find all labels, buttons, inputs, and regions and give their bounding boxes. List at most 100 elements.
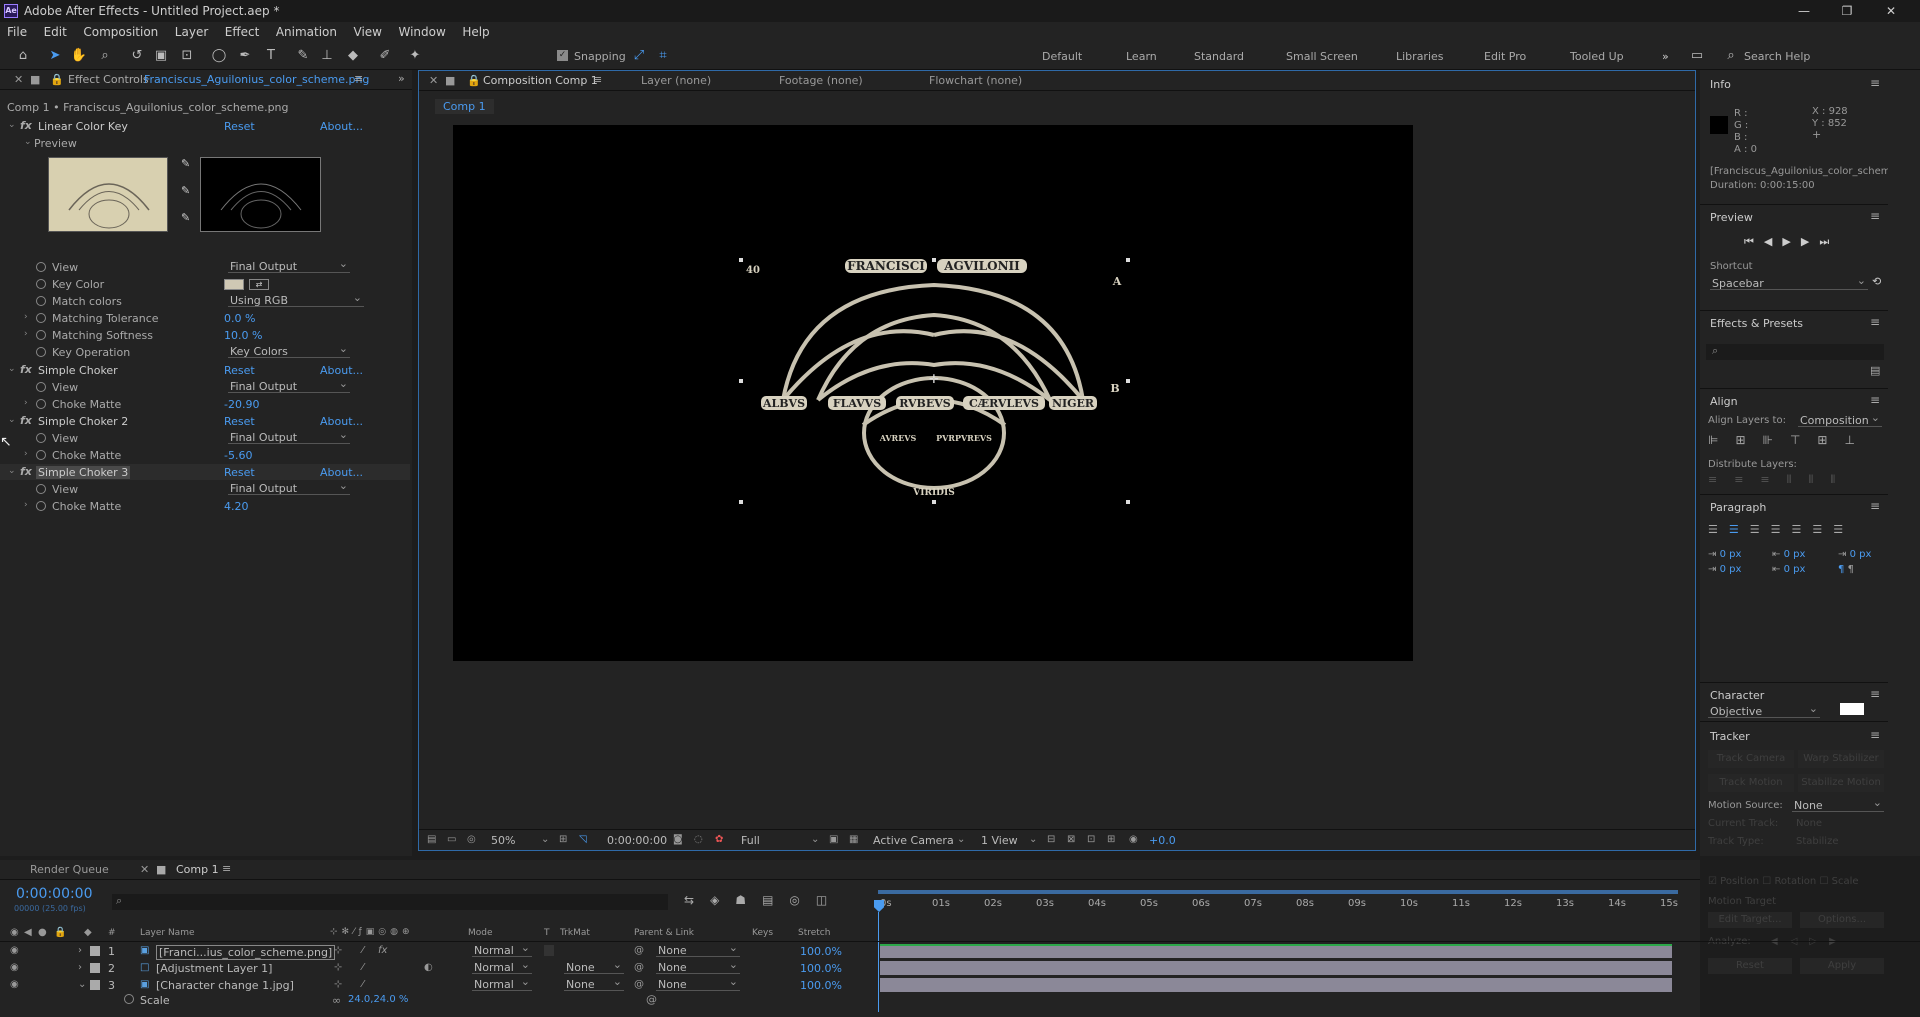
anchor-point-icon[interactable]: ✛ bbox=[929, 372, 939, 386]
workspace-overflow-icon[interactable]: » bbox=[1662, 50, 1669, 63]
track-camera-button[interactable]: Track Camera bbox=[1708, 750, 1794, 768]
chevron-down-icon[interactable]: ⌄ bbox=[811, 834, 819, 845]
about-link[interactable]: About... bbox=[320, 120, 363, 133]
effect-simple-choker-2[interactable]: ⌄ fx Simple Choker 2 Reset About... bbox=[0, 413, 410, 429]
key-operation-dropdown[interactable]: Key Colors bbox=[228, 342, 350, 358]
eyedropper-minus-icon[interactable]: ✎ bbox=[181, 211, 190, 224]
chevron-right-icon[interactable]: › bbox=[24, 329, 28, 339]
view-dropdown[interactable]: Final Output bbox=[228, 428, 350, 444]
matching-softness-value[interactable]: 10.0 % bbox=[224, 329, 262, 342]
rotation-checkbox[interactable]: ☐ bbox=[1762, 876, 1771, 887]
scale-checkbox[interactable]: ☐ bbox=[1819, 876, 1828, 887]
shy-switch-icon[interactable]: ⊹ bbox=[334, 945, 342, 956]
monitor-icon[interactable]: ▭ bbox=[447, 834, 456, 845]
last-frame-icon[interactable]: ⏭ bbox=[1819, 235, 1839, 248]
view-dropdown[interactable]: Final Output bbox=[228, 257, 350, 273]
expand-chevron-icon[interactable]: ⌄ bbox=[8, 466, 16, 476]
effects-search-input[interactable]: ⌕ bbox=[1706, 344, 1884, 360]
layer-duration-bar[interactable] bbox=[880, 944, 1672, 958]
current-time-display[interactable]: 0:00:00:00 bbox=[607, 834, 667, 847]
header-trkmat[interactable]: TrkMat bbox=[560, 928, 590, 938]
tab-footage[interactable]: Footage (none) bbox=[779, 74, 863, 87]
time-ruler[interactable]: 0s 01s 02s 03s 04s 05s 06s 07s 08s 09s 10s 11s 12s 13… bbox=[878, 890, 1678, 914]
chevron-down-icon[interactable]: ⌄ bbox=[957, 834, 965, 845]
lock-icon[interactable]: 🔒 bbox=[50, 73, 64, 86]
eye-icon[interactable]: ◉ bbox=[10, 962, 19, 973]
align-right-icon[interactable]: ⊪ bbox=[1763, 433, 1790, 447]
justify-all-icon[interactable]: ☰ bbox=[1833, 523, 1854, 536]
preview-group[interactable]: ⌄ Preview bbox=[0, 135, 410, 151]
indent-left-value[interactable]: 0 px bbox=[1720, 549, 1742, 560]
workspace-layout-icon[interactable]: ▭ bbox=[1688, 47, 1706, 65]
header-stretch[interactable]: Stretch bbox=[798, 928, 830, 938]
layer-name[interactable]: [Character change 1.jpg] bbox=[156, 979, 294, 992]
scale-value[interactable]: 24.0,24.0 % bbox=[348, 994, 408, 1005]
timeline-timecode[interactable]: 0:00:00:00 bbox=[16, 886, 93, 902]
fx-icon[interactable]: fx bbox=[20, 363, 32, 376]
panel-menu-icon[interactable]: ≡ bbox=[1870, 499, 1880, 513]
mode-dropdown[interactable]: Normal bbox=[472, 941, 532, 957]
type-tool-icon[interactable]: T bbox=[262, 47, 280, 65]
effect-simple-choker-3[interactable]: ⌄ fx Simple Choker 3 Reset About... bbox=[0, 464, 410, 480]
fit-icon[interactable]: ⊞ bbox=[559, 834, 567, 845]
workspace-edit-pro[interactable]: Edit Pro bbox=[1484, 50, 1526, 63]
pan-behind-tool-icon[interactable]: ⊡ bbox=[178, 47, 196, 65]
about-link[interactable]: About... bbox=[320, 364, 363, 377]
workspace-libraries[interactable]: Libraries bbox=[1396, 50, 1444, 63]
play-icon[interactable]: ▶ bbox=[1782, 235, 1800, 248]
parent-dropdown[interactable]: None bbox=[656, 958, 740, 974]
justify-last-center-icon[interactable]: ☰ bbox=[1792, 523, 1813, 536]
align-text-right-icon[interactable]: ☰ bbox=[1750, 523, 1771, 536]
graph-editor-icon[interactable]: ◫ bbox=[816, 893, 843, 907]
effect-simple-choker[interactable]: ⌄ fx Simple Choker Reset About... bbox=[0, 362, 410, 378]
selection-tool-icon[interactable]: ➤ bbox=[46, 47, 64, 65]
menu-animation[interactable]: Animation bbox=[269, 22, 343, 39]
position-checkbox[interactable]: ☑ bbox=[1708, 876, 1717, 887]
chevron-right-icon[interactable]: › bbox=[24, 312, 28, 322]
home-icon[interactable]: ⌂ bbox=[14, 47, 32, 65]
quality-switch-icon[interactable]: ⁄ bbox=[362, 945, 364, 956]
header-parent[interactable]: Parent & Link bbox=[634, 928, 694, 938]
snap-center-icon[interactable]: ⌗ bbox=[654, 47, 672, 65]
reset-link[interactable]: Reset bbox=[224, 120, 255, 133]
menu-help[interactable]: Help bbox=[455, 22, 495, 39]
reset-link[interactable]: Reset bbox=[224, 364, 255, 377]
layer-search-input[interactable]: ⌕ bbox=[112, 894, 668, 910]
choke-matte-value[interactable]: 4.20 bbox=[224, 500, 249, 513]
maximize-button[interactable]: ❐ bbox=[1832, 2, 1862, 20]
expand-chevron-icon[interactable]: ⌄ bbox=[24, 137, 32, 147]
mode-dropdown[interactable]: Normal bbox=[472, 975, 532, 991]
mask-visibility-icon[interactable]: ◎ bbox=[467, 834, 476, 845]
quality-switch-icon[interactable]: ⁄ bbox=[362, 962, 364, 973]
table-row[interactable]: ◉ › 2 □ [Adjustment Layer 1] ⊹ ⁄ ◐ Normal None @ No… bbox=[0, 958, 1920, 977]
menu-composition[interactable]: Composition bbox=[76, 22, 164, 39]
target-region-icon[interactable]: ▣ bbox=[829, 834, 838, 845]
motion-blur-icon[interactable]: ◎ bbox=[789, 893, 815, 907]
stopwatch-icon[interactable] bbox=[36, 433, 46, 443]
eyedropper-plus-icon[interactable]: ✎ bbox=[181, 184, 190, 197]
tab-composition[interactable]: Composition Comp 1 bbox=[483, 74, 598, 87]
font-family-dropdown[interactable]: Objective bbox=[1708, 702, 1820, 718]
puppet-tool-icon[interactable]: ✦ bbox=[406, 47, 424, 65]
tab-flowchart[interactable]: Flowchart (none) bbox=[929, 74, 1022, 87]
fill-color-swatch[interactable] bbox=[1840, 703, 1864, 715]
matching-tolerance-value[interactable]: 0.0 % bbox=[224, 312, 255, 325]
pickwhip-icon[interactable]: @ bbox=[634, 962, 644, 973]
expand-chevron-icon[interactable]: ⌄ bbox=[8, 364, 16, 374]
menu-layer[interactable]: Layer bbox=[168, 22, 214, 39]
view-dropdown[interactable]: Final Output bbox=[228, 377, 350, 393]
effect-controls-tab-label[interactable]: Effect Controls bbox=[68, 73, 149, 86]
show-snapshot-icon[interactable]: ◌ bbox=[694, 834, 703, 845]
trkmat-dropdown[interactable]: None bbox=[564, 958, 624, 974]
stopwatch-icon[interactable] bbox=[36, 296, 46, 306]
close-tab-icon[interactable]: ✕ bbox=[140, 863, 149, 876]
close-button[interactable]: ✕ bbox=[1876, 2, 1906, 20]
exposure-icon[interactable]: ◉ bbox=[1129, 834, 1138, 845]
first-line-value[interactable]: 0 px bbox=[1850, 549, 1872, 560]
eyedropper-icon[interactable]: ✎ bbox=[181, 157, 190, 170]
table-row[interactable]: ◉ › 1 ▣ [Franci...ius_color_scheme.png] ⊹ ⁄ fx N… bbox=[0, 941, 1920, 960]
key-color-swatch[interactable] bbox=[224, 279, 244, 290]
stabilize-motion-button[interactable]: Stabilize Motion bbox=[1798, 774, 1884, 792]
stretch-value[interactable]: 100.0% bbox=[800, 945, 842, 958]
eye-icon[interactable]: ◉ bbox=[10, 979, 19, 990]
